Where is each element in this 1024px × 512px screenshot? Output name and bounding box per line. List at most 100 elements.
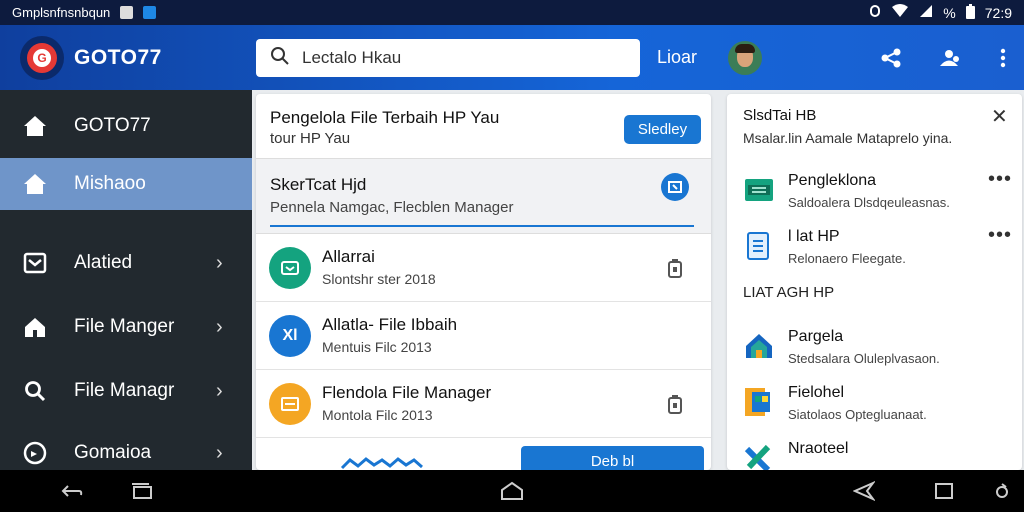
sidebar-item-label: Gomaioa — [74, 442, 152, 463]
panel-item-title: Pengleklona — [788, 172, 877, 189]
signal-icon — [919, 4, 933, 21]
sidebar-item-label: File Manger — [74, 316, 175, 337]
file-type-icon: Xl — [269, 315, 311, 357]
delete-icon[interactable] — [664, 392, 686, 416]
share-icon[interactable] — [878, 45, 904, 71]
sidebar-item-alatied[interactable]: Alatied › — [0, 238, 252, 288]
panel-item-subtitle: Stedsalara Oluleplvasaon. — [788, 351, 940, 366]
alarm-icon — [869, 4, 881, 21]
panel-section-title: LIAT AGH HP — [743, 284, 835, 301]
more-horiz-icon[interactable]: ••• — [988, 168, 1012, 191]
wifi-icon — [891, 4, 909, 21]
selected-item-title: SkerTcat Hjd — [270, 175, 367, 194]
clock-time: 72:9 — [984, 4, 1012, 21]
sidebar-item-file-manger[interactable]: File Manger › — [0, 302, 252, 352]
file-row[interactable]: Xl Allatla- File Ibbaih Mentuis Filc 201… — [256, 302, 711, 370]
sidebar-item-label: File Managr — [74, 380, 175, 401]
file-name: Flendola File Manager — [322, 383, 492, 402]
sidebar-item-label: Alatied — [74, 252, 133, 273]
details-panel: SlsdTai HB Msalar.lin Aamale Mataprelo y… — [727, 94, 1022, 470]
appbar-link[interactable]: Lioar — [657, 47, 697, 68]
delete-icon[interactable] — [664, 256, 686, 280]
account-switch-icon[interactable] — [936, 45, 962, 71]
recents-icon[interactable] — [130, 480, 154, 502]
avatar[interactable] — [728, 41, 762, 75]
app-title: GOTO77 — [74, 45, 162, 69]
footer-button[interactable]: Deb bl — [521, 446, 704, 470]
sidebar-item-mishaoo[interactable]: Mishaoo — [0, 158, 252, 210]
more-vert-icon[interactable] — [990, 45, 1016, 71]
selected-item[interactable]: SkerTcat Hjd Pennela Namgac, Flecblen Ma… — [256, 158, 711, 234]
status-bar: Gmplsnfnsnbqun % 72:9 — [0, 0, 1024, 25]
home-icon — [22, 113, 48, 139]
file-row[interactable]: Flendola File Manager Montola Filc 2013 — [256, 370, 711, 438]
app-bar: G GOTO77 Lioar — [0, 25, 1024, 90]
home-icon[interactable] — [500, 480, 524, 502]
close-icon[interactable]: ✕ — [991, 104, 1008, 129]
file-name: Allarrai — [322, 247, 375, 266]
search-icon — [22, 378, 48, 404]
page-title: Pengelola File Terbaih HP Yau — [270, 108, 500, 127]
open-item-icon[interactable] — [661, 173, 689, 201]
panel-item-title: Pargela — [788, 328, 844, 345]
panel-item[interactable]: l lat HP Relonaero Fleegate. ••• — [727, 224, 1022, 280]
battery-percent: % — [943, 4, 956, 21]
search-box[interactable] — [256, 39, 640, 77]
house-icon — [22, 314, 48, 340]
panel-item-title: Nraoteel — [788, 440, 849, 457]
panel-title: SlsdTai HB — [743, 107, 817, 124]
more-horiz-icon[interactable]: ••• — [988, 224, 1012, 247]
chevron-right-icon: › — [216, 379, 223, 402]
sidebar-item-label: Mishaoo — [74, 173, 146, 194]
system-nav-bar — [0, 470, 1024, 512]
panel-item[interactable]: Fielohel Siatolaos Optegluanaat. — [727, 380, 1022, 436]
file-meta: Slontshr ster 2018 — [322, 271, 436, 287]
panel-item[interactable]: Pengleklona Saldoalera Dlsdqeuleasnas. •… — [727, 168, 1022, 224]
selected-item-subtitle: Pennela Namgac, Flecblen Manager — [270, 199, 514, 216]
file-meta: Montola Filc 2013 — [322, 407, 433, 423]
app-icon — [143, 6, 157, 19]
spreadsheet-icon — [743, 174, 775, 206]
sidebar-item-goto77[interactable]: GOTO77 — [0, 100, 252, 152]
image-icon — [120, 6, 134, 19]
tools-icon — [743, 442, 775, 470]
panel-item-subtitle: Siatolaos Optegluanaat. — [788, 407, 927, 422]
chat-icon — [22, 440, 48, 466]
search-icon — [270, 46, 290, 71]
sidebar-item-label: GOTO77 — [74, 115, 151, 136]
overview-icon[interactable] — [932, 480, 956, 502]
file-list-card: Pengelola File Terbaih HP Yau tour HP Ya… — [256, 94, 711, 470]
panel-item[interactable]: Nraoteel — [727, 436, 1022, 470]
file-row[interactable]: Allarrai Slontshr ster 2018 — [256, 234, 711, 302]
header-button[interactable]: Sledley — [624, 115, 701, 144]
panel-subtitle: Msalar.lin Aamale Mataprelo yina. — [743, 130, 953, 146]
document-icon — [743, 230, 775, 262]
inbox-icon — [22, 250, 48, 276]
page-subtitle: tour HP Yau — [270, 130, 351, 147]
home-icon — [22, 171, 48, 197]
chevron-right-icon: › — [216, 441, 223, 464]
selected-underline — [270, 225, 694, 227]
status-carrier-text: Gmplsnfnsnbqun — [12, 5, 111, 20]
panel-item-subtitle: Saldoalera Dlsdqeuleasnas. — [788, 195, 950, 210]
sidebar-item-file-managr[interactable]: File Managr › — [0, 366, 252, 416]
panel-item-title: l lat HP — [788, 228, 840, 245]
house-icon — [743, 330, 775, 362]
file-type-icon — [269, 247, 311, 289]
chevron-right-icon: › — [216, 251, 223, 274]
battery-icon — [965, 3, 975, 22]
back-arrow-icon[interactable] — [852, 480, 876, 502]
file-type-label: Xl — [282, 327, 298, 344]
sidebar: GOTO77 Mishaoo Alatied › File Manger › F… — [0, 90, 252, 470]
search-input[interactable] — [302, 48, 622, 68]
panel-item-subtitle: Relonaero Fleegate. — [788, 251, 906, 266]
app-logo-icon[interactable]: G — [20, 35, 64, 80]
assistant-icon[interactable] — [990, 480, 1014, 502]
chart-sparkline-icon — [340, 456, 424, 470]
folder-icon — [743, 386, 775, 418]
file-name: Allatla- File Ibbaih — [322, 315, 458, 334]
chevron-right-icon: › — [216, 315, 223, 338]
file-type-icon — [269, 383, 311, 425]
panel-item[interactable]: Pargela Stedsalara Oluleplvasaon. — [727, 324, 1022, 380]
back-icon[interactable] — [60, 480, 84, 502]
